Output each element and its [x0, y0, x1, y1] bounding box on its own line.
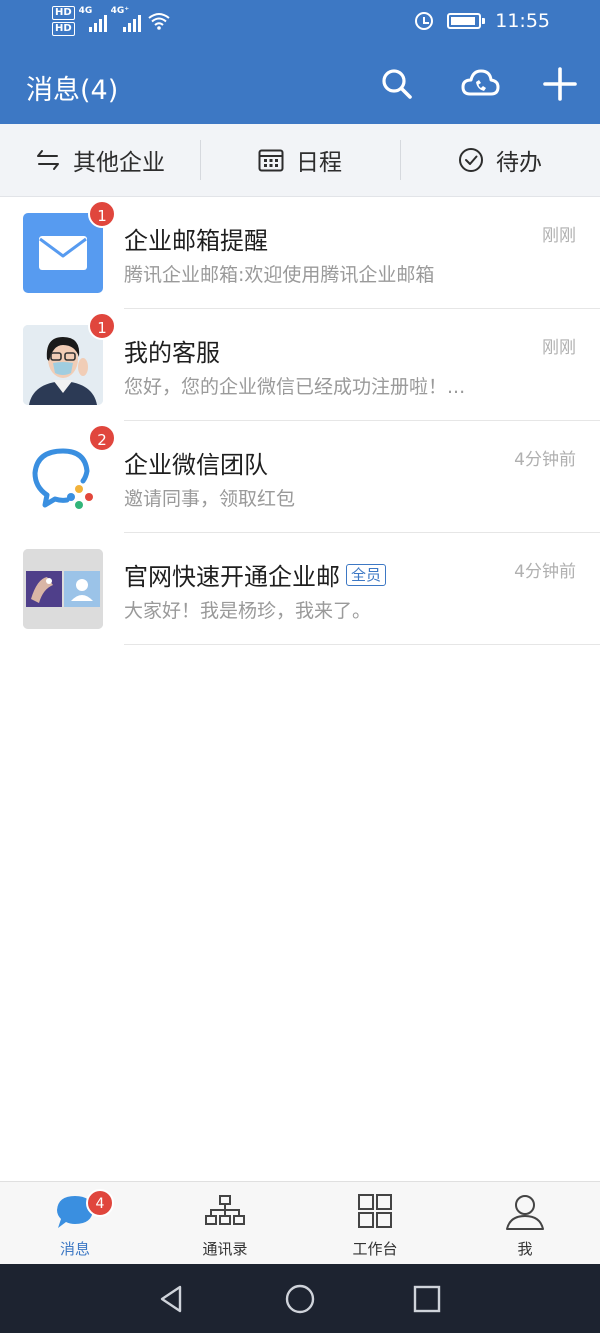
status-left: HD HD 4G 4G⁺ — [52, 6, 171, 36]
home-button[interactable] — [283, 1282, 317, 1316]
nav-me-label: 我 — [517, 1240, 533, 1258]
tab-schedule[interactable]: 日程 — [200, 124, 400, 196]
conversation-name: 官网快速开通企业邮 全员 — [124, 557, 387, 592]
nav-workbench-label: 工作台 — [352, 1240, 398, 1258]
recents-button[interactable] — [410, 1282, 444, 1316]
status-time: 11:55 — [495, 10, 550, 32]
unread-badge: 1 — [88, 200, 116, 228]
tab-schedule-label: 日程 — [296, 150, 342, 176]
nav-messages-label: 消息 — [59, 1240, 90, 1258]
conversation-name: 企业邮箱提醒 — [124, 221, 268, 256]
divider — [124, 644, 600, 645]
mail-avatar — [23, 213, 103, 293]
add-button[interactable] — [540, 64, 580, 104]
message-preview: 邀请同事，领取红包 — [124, 488, 296, 510]
back-triangle-icon — [160, 1285, 182, 1313]
plus-icon — [543, 67, 577, 101]
swap-icon — [37, 150, 59, 170]
system-nav-bar — [0, 1264, 600, 1333]
home-circle-icon — [285, 1284, 315, 1314]
cloud-phone-icon — [461, 69, 500, 96]
hd-badge-2: HD — [52, 22, 75, 36]
message-preview: 腾讯企业邮箱:欢迎使用腾讯企业邮箱 — [124, 264, 435, 286]
check-circle-icon — [459, 148, 483, 172]
network-type-1: 4G — [78, 6, 93, 16]
alarm-icon — [415, 12, 434, 30]
quick-tabs: 其他企业 日程 待办 — [0, 124, 600, 197]
service-agent-avatar — [23, 325, 103, 405]
nav-contacts-label: 通讯录 — [202, 1240, 248, 1258]
message-preview: 大家好！我是杨珍，我来了。 — [124, 600, 372, 622]
search-icon — [382, 69, 412, 99]
list-item[interactable]: 官网快速开通企业邮 全员 大家好！我是杨珍，我来了。 4分钟前 — [0, 533, 600, 645]
message-time: 4分钟前 — [514, 450, 576, 470]
org-chart-icon — [205, 1195, 245, 1225]
wifi-icon — [148, 13, 170, 30]
hd-indicators: HD HD — [52, 6, 75, 36]
status-bar: HD HD 4G 4G⁺ 11:55 — [0, 0, 600, 44]
nav-messages[interactable]: 4 消息 — [0, 1182, 150, 1264]
conversation-name-text: 我的客服 — [124, 339, 220, 367]
message-preview: 您好，您的企业微信已经成功注册啦！... — [124, 376, 466, 398]
group-photo-icon — [23, 549, 103, 629]
bottom-nav: 4 消息 通讯录 工作台 我 — [0, 1181, 600, 1264]
recents-square-icon — [413, 1285, 441, 1313]
network-type-2: 4G⁺ — [110, 6, 130, 16]
calendar-icon — [258, 149, 284, 172]
search-button[interactable] — [377, 64, 417, 104]
wecom-team-avatar — [23, 437, 103, 517]
page-title: 消息(4) — [26, 75, 119, 106]
app-header: 消息(4) — [0, 44, 600, 124]
conversation-name-text: 企业邮箱提醒 — [124, 227, 268, 255]
user-icon — [506, 1195, 544, 1230]
conversation-name: 我的客服 — [124, 333, 220, 368]
message-time: 4分钟前 — [514, 562, 576, 582]
conversation-name: 企业微信团队 — [124, 445, 268, 480]
list-item[interactable]: 1 我的客服 您好，您的企业微信已经成功注册啦！... 刚刚 — [0, 309, 600, 421]
conversation-name-text: 企业微信团队 — [124, 451, 268, 479]
person-photo-icon — [23, 325, 103, 405]
nav-unread-badge: 4 — [86, 1189, 114, 1217]
group-avatar — [23, 549, 103, 629]
cloud-phone-button[interactable] — [460, 64, 500, 104]
tab-todo-label: 待办 — [496, 150, 542, 176]
unread-badge: 1 — [88, 312, 116, 340]
nav-me[interactable]: 我 — [450, 1182, 600, 1264]
all-members-tag: 全员 — [346, 563, 387, 586]
signal-icon-1: 4G — [79, 6, 107, 32]
status-right: 11:55 — [415, 10, 550, 32]
message-time: 刚刚 — [542, 226, 576, 246]
signal-icon-2: 4G⁺ — [111, 6, 141, 32]
nav-contacts[interactable]: 通讯录 — [150, 1182, 300, 1264]
hd-badge-1: HD — [52, 6, 75, 20]
tab-other-companies[interactable]: 其他企业 — [0, 124, 200, 196]
grid-icon — [358, 1194, 392, 1228]
envelope-icon — [39, 236, 87, 270]
conversation-name-text: 官网快速开通企业邮 — [124, 563, 340, 591]
back-button[interactable] — [155, 1282, 189, 1316]
battery-icon — [447, 13, 486, 29]
unread-badge: 2 — [88, 424, 116, 452]
wecom-logo-icon — [32, 448, 93, 509]
tab-other-companies-label: 其他企业 — [73, 150, 165, 176]
list-item[interactable]: 1 企业邮箱提醒 腾讯企业邮箱:欢迎使用腾讯企业邮箱 刚刚 — [0, 197, 600, 309]
list-item[interactable]: 2 企业微信团队 邀请同事，领取红包 4分钟前 — [0, 421, 600, 533]
nav-workbench[interactable]: 工作台 — [300, 1182, 450, 1264]
tab-todo[interactable]: 待办 — [400, 124, 600, 196]
message-list: 1 企业邮箱提醒 腾讯企业邮箱:欢迎使用腾讯企业邮箱 刚刚 1 我的客服 您好，… — [0, 197, 600, 645]
message-time: 刚刚 — [542, 338, 576, 358]
